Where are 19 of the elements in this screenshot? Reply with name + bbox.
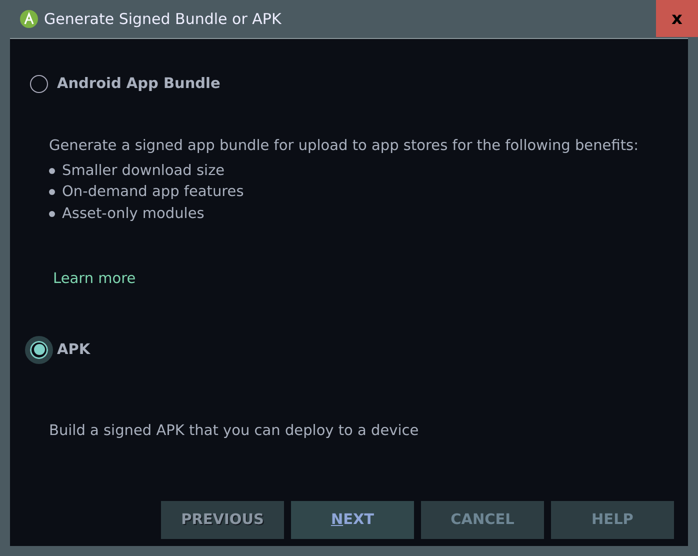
window-title: Generate Signed Bundle or APK — [44, 10, 282, 28]
close-button[interactable]: x — [656, 0, 698, 37]
bullet-icon — [49, 210, 55, 217]
bullet-text: Smaller download size — [62, 162, 225, 179]
option-description: Build a signed APK that you can deploy to a device — [49, 422, 420, 438]
option-label[interactable]: Android App Bundle — [57, 76, 220, 92]
dialog-button[interactable]: NEXT — [291, 501, 414, 539]
dialog-button[interactable]: CANCEL — [421, 501, 544, 539]
bullet-text: On-demand app features — [62, 184, 244, 200]
bullet-icon — [49, 189, 55, 196]
bullet-text: Asset-only modules — [62, 206, 204, 222]
dialog-button[interactable]: HELP — [551, 501, 674, 539]
option-label[interactable]: APK — [57, 342, 90, 358]
radio-button[interactable] — [25, 336, 53, 364]
radio-button[interactable] — [30, 75, 48, 93]
bullet-icon — [49, 168, 55, 174]
android-studio-icon — [19, 9, 39, 29]
option-description: Generate a signed app bundle for upload to app stores for the following benefits: — [49, 138, 640, 154]
learn-more-link[interactable]: Learn more — [53, 270, 136, 286]
